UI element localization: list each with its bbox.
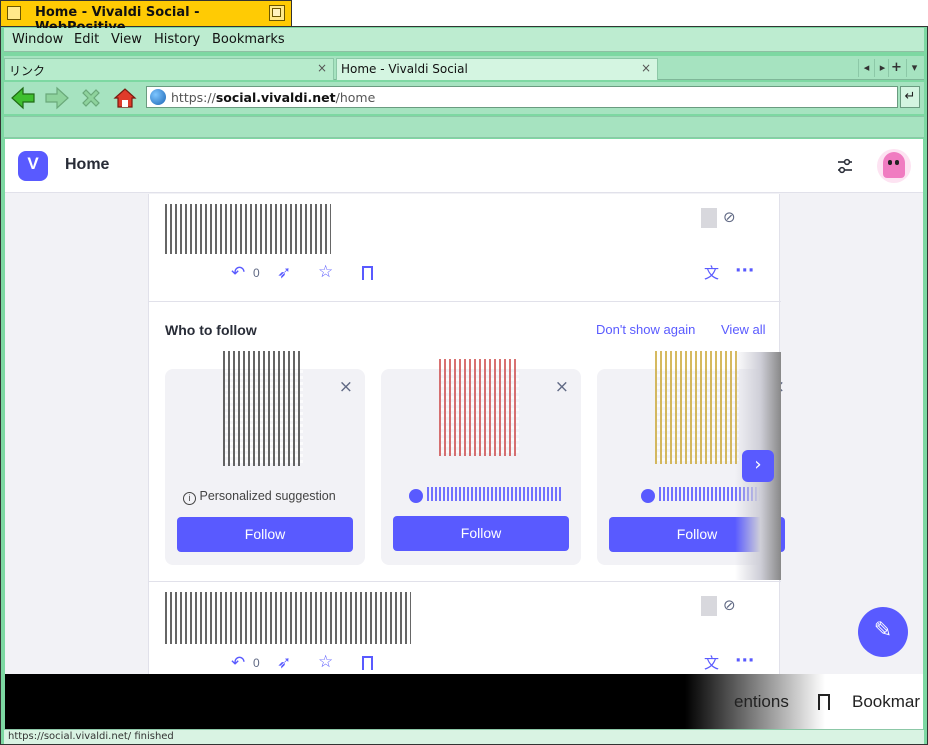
dismiss-suggestion-icon[interactable]: × <box>339 377 353 397</box>
tab-close-icon[interactable]: × <box>641 61 651 75</box>
tab-home-vivaldi-social[interactable]: Home - Vivaldi Social × <box>336 58 658 80</box>
status-text: https://social.vivaldi.net/ finished <box>8 731 174 742</box>
back-arrow-icon[interactable] <box>10 85 36 111</box>
suggested-account-name[interactable] <box>427 487 561 501</box>
reply-count: 0 <box>253 656 260 670</box>
boost-rocket-icon[interactable]: ➶ <box>277 264 291 282</box>
tab-menu-button[interactable]: ▾ <box>906 59 922 77</box>
address-url: https://social.vivaldi.net/home <box>171 90 376 105</box>
bookmark-bar <box>4 116 924 138</box>
post-media-preview[interactable] <box>165 592 411 644</box>
tab-scroll-left-icon[interactable]: ◂ <box>858 59 874 77</box>
menu-view[interactable]: View <box>111 32 142 47</box>
avatar-ghost-icon <box>883 152 905 178</box>
menu-bar: Window Edit View History Bookmarks <box>4 28 924 52</box>
stop-icon[interactable] <box>78 85 104 111</box>
follow-suggestion-card: × Follow <box>381 359 581 565</box>
public-globe-icon: ⊘ <box>723 208 736 226</box>
dismiss-suggestion-icon[interactable]: × <box>555 377 569 397</box>
verified-badge-icon <box>641 489 655 503</box>
translate-icon[interactable]: 文 <box>704 654 719 672</box>
menu-history[interactable]: History <box>154 32 200 47</box>
menu-window[interactable]: Window <box>12 32 63 47</box>
section-divider <box>149 581 781 582</box>
mentions-nav-item[interactable]: entions <box>734 692 789 712</box>
bookmarks-nav-item[interactable]: Bookmar <box>852 692 920 712</box>
reply-icon[interactable]: ↶ <box>231 264 245 282</box>
app-header: Home <box>5 139 923 193</box>
window-close-box[interactable] <box>7 6 21 20</box>
verified-badge-icon <box>409 489 423 503</box>
page-title: Home <box>65 156 110 173</box>
tab-bar: リンク × Home - Vivaldi Social × ◂ ▸ + ▾ <box>4 56 924 80</box>
status-bar: https://social.vivaldi.net/ finished <box>4 729 924 744</box>
go-button[interactable]: ↵ <box>900 86 920 108</box>
follow-button[interactable]: Follow <box>177 517 353 552</box>
post-divider <box>149 301 781 302</box>
post-author-avatar[interactable] <box>701 596 717 616</box>
timeline-column: ⊘ ↶ 0 ➶ ☆ 文 ··· Who to follow Don't show… <box>148 194 797 674</box>
bookmark-icon[interactable] <box>362 656 373 670</box>
carousel-next-button[interactable]: › <box>742 450 774 482</box>
public-globe-icon: ⊘ <box>723 596 736 614</box>
reply-count: 0 <box>253 266 260 280</box>
forward-arrow-icon[interactable] <box>44 85 70 111</box>
favourite-star-icon[interactable]: ☆ <box>318 263 333 281</box>
bottom-navigation-bar: entions Bookmar <box>5 674 923 729</box>
info-icon: i <box>183 492 196 505</box>
translate-icon[interactable]: 文 <box>704 264 719 282</box>
web-page: Home ⊘ ↶ 0 ➶ ☆ 文 ··· Who to follow Don't… <box>5 139 923 674</box>
settings-sliders-icon[interactable] <box>836 157 854 175</box>
compose-button[interactable]: ✎ <box>858 607 908 657</box>
personalized-suggestion-note: i Personalized suggestion <box>183 489 336 505</box>
tab-links[interactable]: リンク × <box>4 58 334 80</box>
view-all-link[interactable]: View all <box>721 322 766 337</box>
post-media-preview[interactable] <box>165 204 331 254</box>
more-options-icon[interactable]: ··· <box>735 652 754 670</box>
reply-icon[interactable]: ↶ <box>231 654 245 672</box>
tab-close-icon[interactable]: × <box>317 61 327 75</box>
bookmark-icon[interactable] <box>362 266 373 280</box>
window-zoom-box[interactable] <box>269 5 285 21</box>
menu-edit[interactable]: Edit <box>74 32 99 47</box>
favourite-star-icon[interactable]: ☆ <box>318 653 333 671</box>
follow-button[interactable]: Follow <box>393 516 569 551</box>
suggested-account-avatar[interactable] <box>223 351 303 466</box>
suggested-account-avatar[interactable] <box>655 351 739 464</box>
vivaldi-logo-icon[interactable] <box>18 151 48 181</box>
new-tab-button[interactable]: + <box>888 59 904 77</box>
menu-bookmarks[interactable]: Bookmarks <box>212 32 285 47</box>
home-icon[interactable] <box>112 85 138 111</box>
globe-icon <box>150 89 166 105</box>
suggested-account-avatar[interactable] <box>439 359 519 456</box>
window-title-tab[interactable]: Home - Vivaldi Social - WebPositive <box>0 0 292 35</box>
address-bar-input[interactable]: https://social.vivaldi.net/home <box>146 86 898 108</box>
tab-label: Home - Vivaldi Social <box>341 62 468 76</box>
tab-label: リンク <box>9 64 46 78</box>
dont-show-again-link[interactable]: Don't show again <box>596 322 695 337</box>
post-author-avatar[interactable] <box>701 208 717 228</box>
boost-rocket-icon[interactable]: ➶ <box>277 654 291 672</box>
follow-suggestion-card: × i Personalized suggestion Follow <box>165 351 365 565</box>
bookmark-icon[interactable] <box>818 694 830 710</box>
more-options-icon[interactable]: ··· <box>735 262 754 280</box>
who-to-follow-heading: Who to follow <box>165 322 257 338</box>
